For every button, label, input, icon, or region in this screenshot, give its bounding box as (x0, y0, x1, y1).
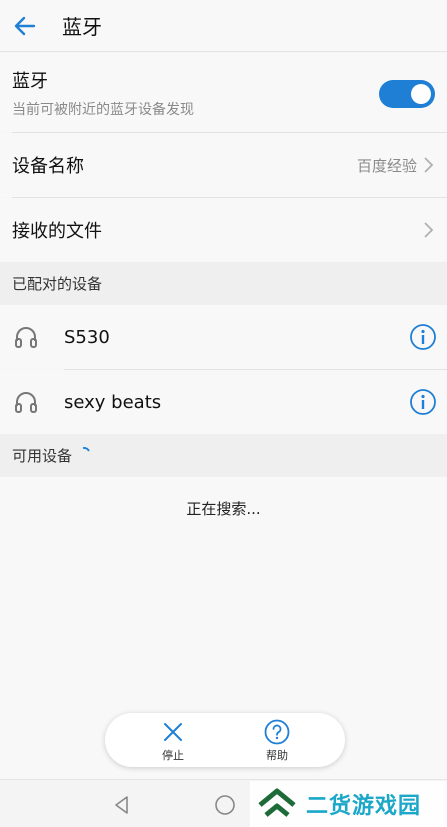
paired-devices-header: 已配对的设备 (0, 262, 447, 305)
info-icon[interactable] (409, 323, 437, 351)
app-header: 蓝牙 (0, 0, 447, 52)
received-files-row[interactable]: 接收的文件 (0, 198, 447, 262)
watermark-logo-icon (258, 788, 296, 817)
device-name-value: 百度经验 (356, 156, 417, 175)
close-icon (164, 723, 182, 741)
received-files-label: 接收的文件 (12, 221, 102, 242)
floating-action-bar: 停止 帮助 (105, 713, 345, 767)
paired-device-name: sexy beats (64, 391, 162, 413)
info-icon[interactable] (409, 388, 437, 416)
available-devices-title: 可用设备 (12, 447, 73, 465)
paired-devices-title: 已配对的设备 (12, 275, 103, 293)
paired-device-row[interactable]: sexy beats (0, 370, 447, 434)
help-button[interactable]: 帮助 (247, 719, 307, 763)
paired-device-name: S530 (64, 326, 110, 348)
stop-button[interactable]: 停止 (143, 719, 203, 763)
device-name-row[interactable]: 设备名称 百度经验 (0, 133, 447, 197)
stop-label: 停止 (162, 749, 184, 762)
watermark: 二货游戏园 (250, 781, 447, 827)
available-devices-header: 可用设备 (0, 434, 447, 477)
help-icon (264, 719, 290, 745)
help-label: 帮助 (266, 749, 288, 762)
back-button[interactable] (0, 0, 50, 52)
headphones-icon (15, 327, 37, 348)
device-name-label: 设备名称 (12, 156, 84, 177)
chevron-right-icon (424, 157, 434, 173)
arrow-left-icon (14, 16, 36, 35)
headphones-icon (15, 392, 37, 413)
watermark-text: 二货游戏园 (306, 794, 422, 819)
switch-knob (411, 84, 431, 104)
nav-back-icon[interactable] (111, 794, 133, 816)
nav-home-icon[interactable] (214, 794, 236, 816)
searching-status: 正在搜索... (186, 500, 261, 518)
paired-device-row[interactable]: S530 (0, 305, 447, 369)
page-title: 蓝牙 (62, 15, 102, 39)
loading-spinner-icon (82, 446, 90, 452)
bluetooth-switch[interactable] (379, 80, 435, 108)
bluetooth-visibility-text: 当前可被附近的蓝牙设备发现 (12, 101, 194, 118)
chevron-right-icon (424, 222, 434, 238)
bluetooth-label: 蓝牙 (12, 70, 48, 92)
